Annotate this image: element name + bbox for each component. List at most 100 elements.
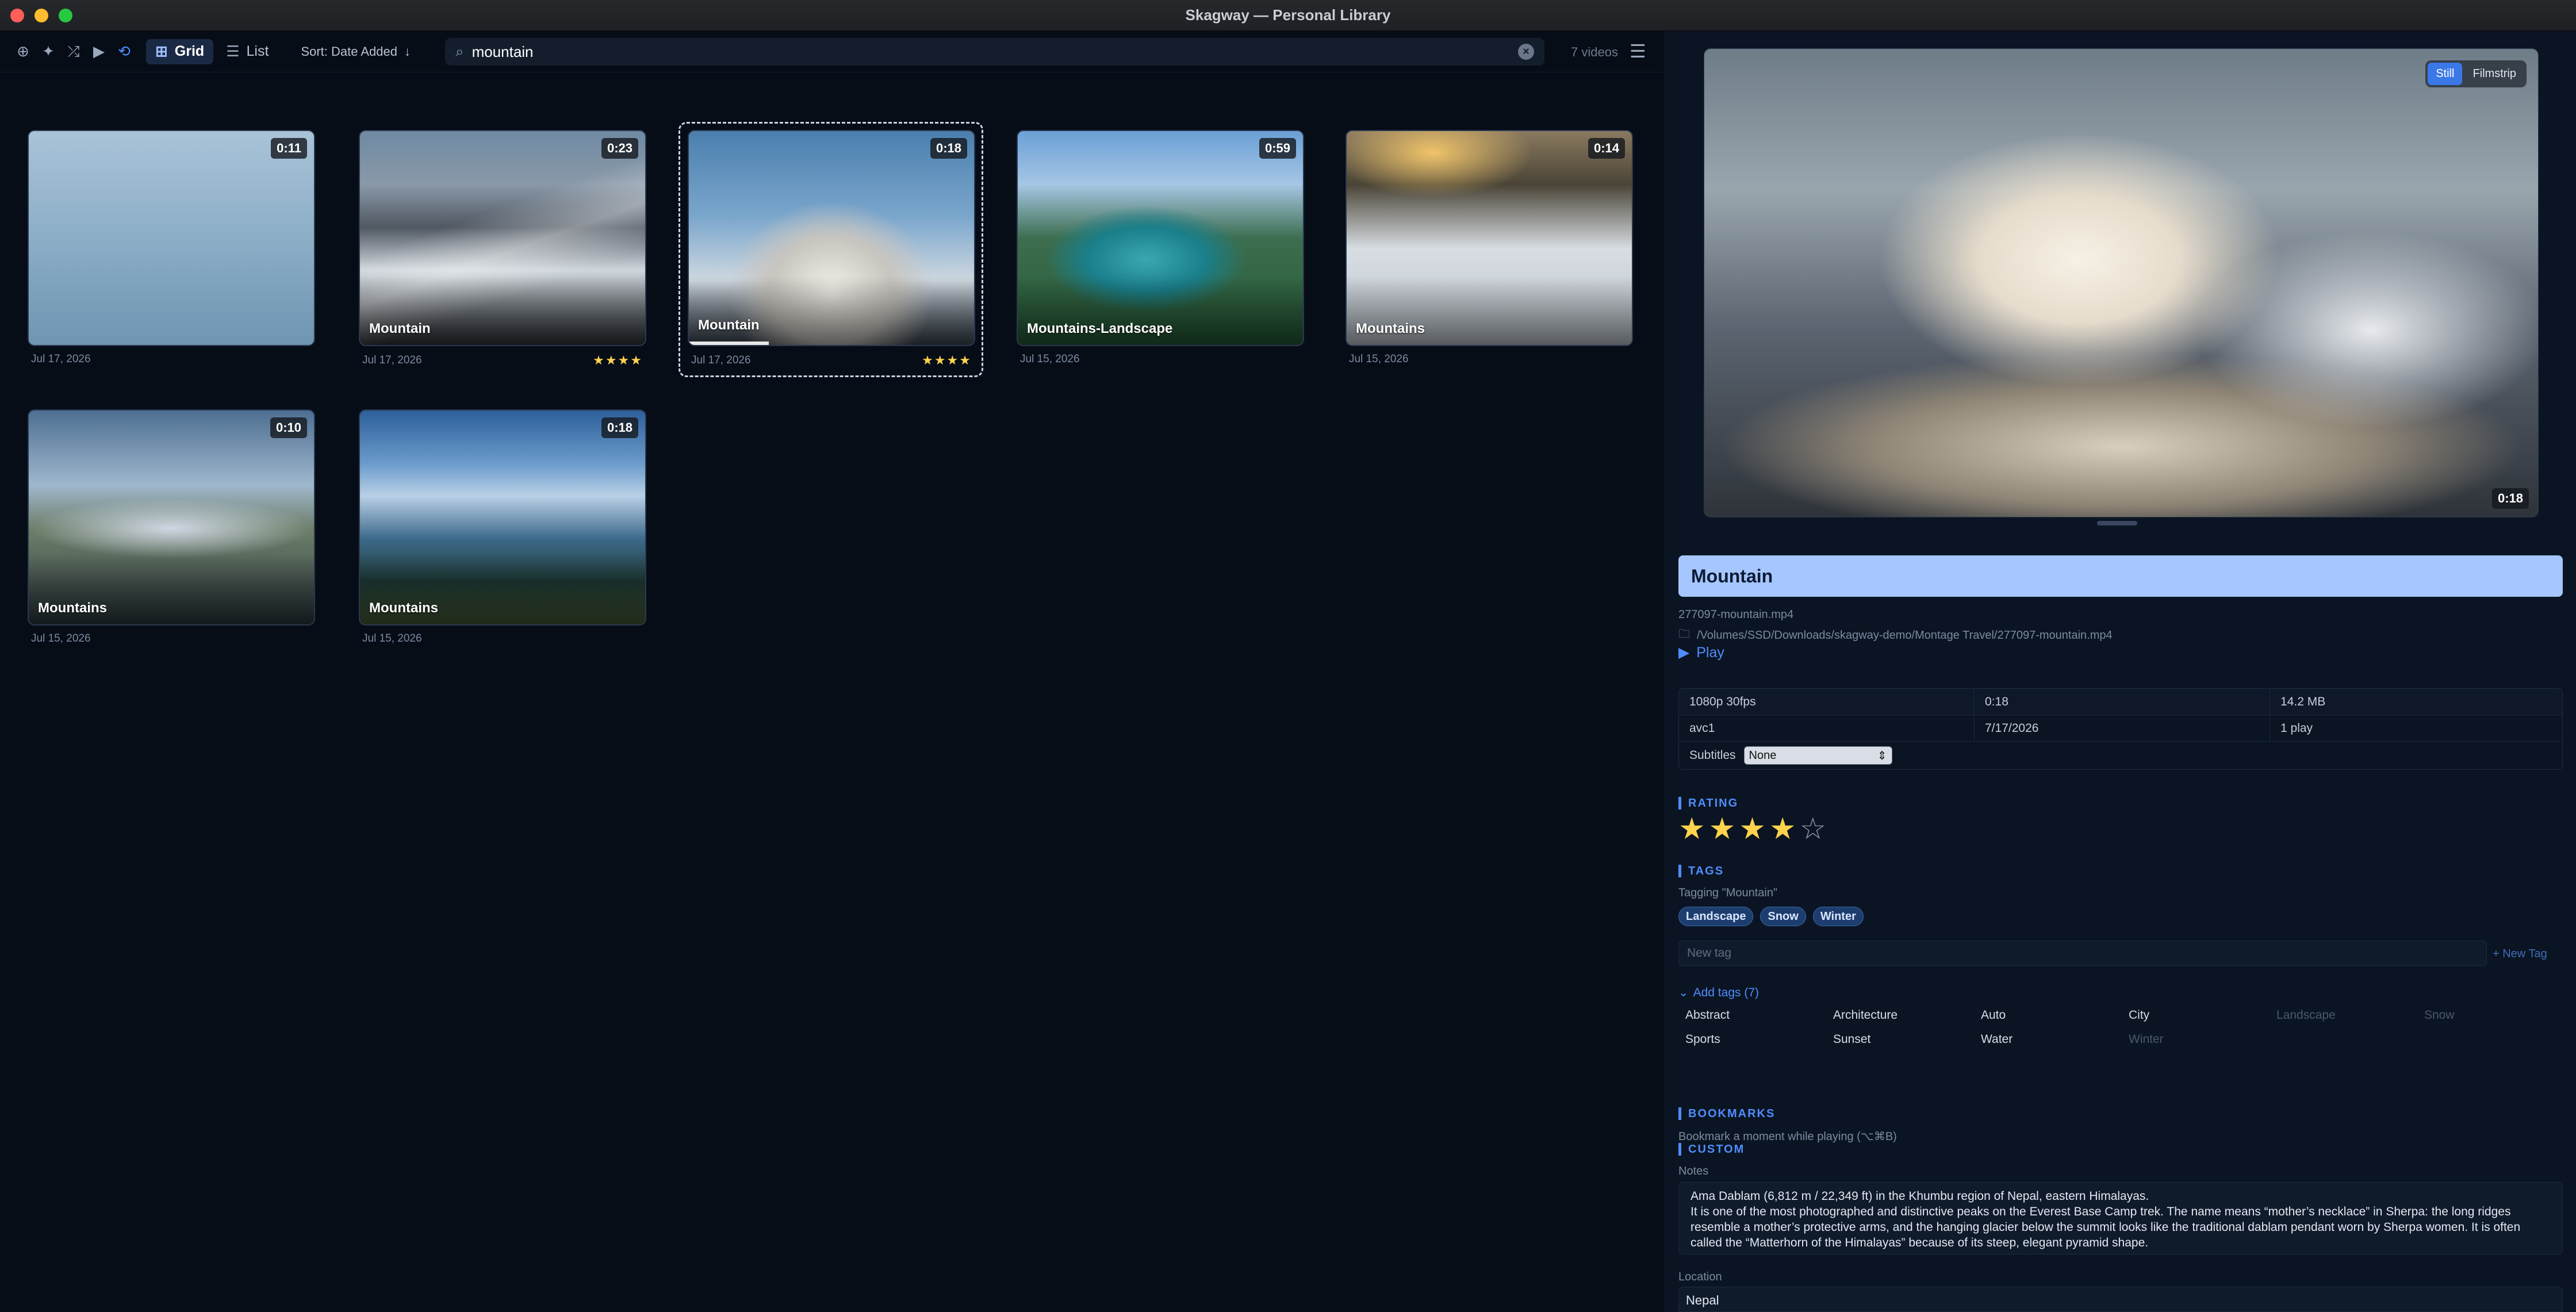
spec-date: 7/17/2026 xyxy=(1975,715,2270,742)
subtitles-select[interactable]: None ⇕ xyxy=(1743,746,1892,765)
video-date: Jul 17, 2026 xyxy=(362,354,422,366)
tag-option[interactable]: City xyxy=(2129,1008,2276,1022)
video-title: Mountain xyxy=(698,317,760,333)
star-icon[interactable]: ★ xyxy=(1739,812,1769,846)
location-label: Location xyxy=(1678,1271,1722,1283)
list-view-button[interactable]: ☰ List xyxy=(217,39,278,64)
video-title: Mountains-Landscape xyxy=(1027,321,1173,336)
video-date: Jul 15, 2026 xyxy=(31,632,91,645)
resize-handle[interactable] xyxy=(2097,521,2137,525)
add-tags-disclosure[interactable]: ⌄ Add tags (7) xyxy=(1678,985,1759,1000)
duration-badge: 0:11 xyxy=(271,138,307,159)
preview-duration: 0:18 xyxy=(2491,488,2529,509)
import-icon[interactable]: ⊕ xyxy=(10,39,36,64)
sort-label: Sort: Date Added xyxy=(301,44,397,59)
duration-badge: 0:10 xyxy=(270,417,307,438)
video-thumbnail[interactable]: 0:18 Mountain xyxy=(688,130,975,346)
video-thumbnail[interactable]: 0:18 Mountains xyxy=(359,409,646,626)
new-tag-input[interactable]: New tag xyxy=(1678,941,2487,966)
chevron-updown-icon: ⇕ xyxy=(1877,749,1887,762)
tag-option[interactable]: Architecture xyxy=(1833,1008,1981,1022)
search-bar: ⌕ × xyxy=(445,38,1544,66)
tag-option[interactable]: Water xyxy=(1981,1033,2129,1046)
options-menu-icon[interactable]: ☰ xyxy=(1630,40,1646,62)
video-card[interactable]: 0:10 Mountains Jul 15, 2026 xyxy=(28,409,315,645)
arrow-down-icon: ↓ xyxy=(404,44,411,59)
applied-tags: Landscape Snow Winter xyxy=(1678,907,1864,926)
tag-option[interactable]: Abstract xyxy=(1685,1008,1833,1022)
video-thumbnail[interactable]: 0:14 Mountains xyxy=(1346,130,1633,346)
minimize-window-button[interactable] xyxy=(34,9,48,22)
spec-size: 14.2 MB xyxy=(2280,695,2326,708)
specs-row: 1080p 30fps 0:18 14.2 MB xyxy=(1679,689,2562,715)
rating-stars-input[interactable]: ★★★★☆ xyxy=(1678,812,1830,846)
location-field[interactable]: Nepal xyxy=(1678,1287,2563,1312)
preview-mode-toggle: Still Filmstrip xyxy=(2425,60,2527,87)
video-title-field[interactable]: Mountain xyxy=(1678,555,2563,597)
play-button[interactable]: ▶ Play xyxy=(1678,644,1724,661)
spec-resolution: 1080p 30fps xyxy=(1679,689,1975,715)
star-icon[interactable]: ★ xyxy=(1678,812,1709,846)
video-card[interactable]: 0:18 Mountains Jul 15, 2026 xyxy=(359,409,646,645)
preview-player[interactable]: Still Filmstrip 0:18 xyxy=(1704,48,2539,517)
duration-badge: 0:18 xyxy=(930,138,967,159)
tag-chip[interactable]: Winter xyxy=(1812,907,1864,926)
bookmarks-hint: Bookmark a moment while playing (⌥⌘B) xyxy=(1678,1130,1897,1143)
duration-badge: 0:18 xyxy=(601,417,638,438)
filmstrip-mode-button[interactable]: Filmstrip xyxy=(2464,63,2524,85)
list-icon: ☰ xyxy=(226,43,240,60)
video-date: Jul 17, 2026 xyxy=(31,353,91,365)
grid-view-label: Grid xyxy=(174,43,205,59)
star-icon[interactable]: ★ xyxy=(1769,812,1800,846)
notes-field[interactable]: Ama Dablam (6,812 m / 22,349 ft) in the … xyxy=(1678,1182,2563,1255)
tag-option-used[interactable]: Snow xyxy=(2424,1008,2572,1022)
video-date: Jul 15, 2026 xyxy=(1020,353,1080,365)
file-path-link[interactable]: 🗀 /Volumes/SSD/Downloads/skagway-demo/Mo… xyxy=(1678,626,2113,645)
duration-badge: 0:14 xyxy=(1588,138,1625,159)
tag-option[interactable]: Auto xyxy=(1981,1008,2129,1022)
video-card-selected[interactable]: 0:18 Mountain Jul 17, 2026 ★★★★ xyxy=(688,130,975,368)
inspector-pane: Still Filmstrip 0:18 Mountain 277097-mou… xyxy=(1663,31,2576,1312)
video-thumbnail[interactable]: 0:59 Mountains-Landscape xyxy=(1017,130,1304,346)
video-card[interactable]: 0:23 Mountain Jul 17, 2026 ★★★★ xyxy=(359,130,646,368)
tag-option[interactable]: Sunset xyxy=(1833,1033,1981,1046)
specs-row: avc1 7/17/2026 1 play xyxy=(1679,715,2562,742)
close-window-button[interactable] xyxy=(10,9,24,22)
sparkle-icon[interactable]: ✦ xyxy=(36,39,61,64)
spec-plays: 1 play xyxy=(2280,722,2313,735)
grid-icon: ⊞ xyxy=(155,43,168,60)
sort-button[interactable]: Sort: Date Added ↓ xyxy=(301,44,411,59)
new-tag-button[interactable]: + New Tag xyxy=(2493,947,2547,961)
video-specs-table: 1080p 30fps 0:18 14.2 MB avc1 7/17/2026 … xyxy=(1678,688,2563,770)
video-grid: 0:11 Jul 17, 2026 0:23 Mountain Jul 17, … xyxy=(0,72,1663,1312)
maximize-window-button[interactable] xyxy=(59,9,72,22)
custom-header: CUSTOM xyxy=(1678,1143,1745,1156)
subtitles-label: Subtitles xyxy=(1689,749,1736,762)
tag-option-used[interactable]: Landscape xyxy=(2276,1008,2424,1022)
star-icon[interactable]: ★ xyxy=(1709,812,1739,846)
still-mode-button[interactable]: Still xyxy=(2428,63,2463,85)
tagging-caption: Tagging "Mountain" xyxy=(1678,887,1778,899)
grid-view-button[interactable]: ⊞ Grid xyxy=(146,39,214,64)
video-thumbnail[interactable]: 0:11 xyxy=(28,130,315,346)
video-card[interactable]: 0:14 Mountains Jul 15, 2026 xyxy=(1346,130,1633,366)
video-card[interactable]: 0:11 Jul 17, 2026 xyxy=(28,130,315,366)
video-card[interactable]: 0:59 Mountains-Landscape Jul 15, 2026 xyxy=(1017,130,1304,366)
video-thumbnail[interactable]: 0:23 Mountain xyxy=(359,130,646,346)
clear-search-icon[interactable]: × xyxy=(1518,44,1534,60)
tag-option[interactable]: Sports xyxy=(1685,1033,1833,1046)
video-date: Jul 17, 2026 xyxy=(691,354,751,366)
search-input[interactable] xyxy=(471,43,1510,61)
tag-chip[interactable]: Landscape xyxy=(1678,907,1754,926)
file-path: /Volumes/SSD/Downloads/skagway-demo/Mont… xyxy=(1697,628,2113,642)
video-thumbnail[interactable]: 0:10 Mountains xyxy=(28,409,315,626)
play-all-icon[interactable]: ▶ xyxy=(86,39,112,64)
rating-stars: ★★★★ xyxy=(593,353,643,367)
tag-chip[interactable]: Snow xyxy=(1760,907,1806,926)
repeat-icon[interactable]: ⟲ xyxy=(112,39,137,64)
shuffle-icon[interactable]: ⤮ xyxy=(61,39,86,64)
title-bar: Skagway — Personal Library xyxy=(0,0,2576,31)
star-empty-icon[interactable]: ☆ xyxy=(1800,812,1830,846)
tag-option-used[interactable]: Winter xyxy=(2129,1033,2276,1046)
list-view-label: List xyxy=(246,43,269,59)
